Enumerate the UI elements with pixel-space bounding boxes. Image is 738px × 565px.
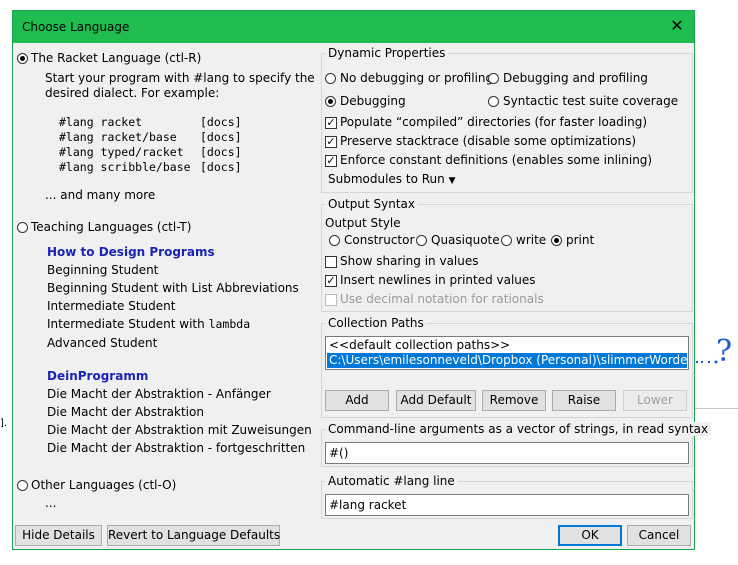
docs-link[interactable]: [docs] [200,160,242,174]
other-languages-label[interactable]: Other Languages (ctl-O) [31,478,176,492]
decimal-notation-checkbox [325,294,337,306]
list-item-selected[interactable]: C:\Users\emilesonneveld\Dropbox (Persona… [327,353,687,368]
hide-details-button[interactable]: Hide Details [15,525,102,546]
background-text: ]. [0,418,8,429]
style-constructor-label[interactable]: Constructor [344,233,414,247]
show-sharing-label[interactable]: Show sharing in values [340,254,479,268]
example-code: #lang scribble/base [59,160,191,174]
example-code: #lang racket [59,115,143,129]
language-intermediate-student[interactable]: Intermediate Student [47,299,175,313]
enforce-constants-checkbox[interactable]: ✓ [325,155,337,167]
ok-button[interactable]: OK [558,525,622,546]
other-more-text: ... [45,496,57,510]
stacktrace-label[interactable]: Preserve stacktrace (disable some optimi… [340,134,636,148]
insert-newlines-label[interactable]: Insert newlines in printed values [340,273,536,287]
many-more-text: ... and many more [45,188,156,202]
dynamic-properties-title: Dynamic Properties [325,46,449,60]
insert-newlines-checkbox[interactable]: ✓ [325,275,337,287]
annotation-question-mark: ? [716,334,733,369]
stacktrace-checkbox[interactable]: ✓ [325,136,337,148]
language-advanced-student[interactable]: Advanced Student [47,336,157,350]
racket-language-label[interactable]: The Racket Language (ctl-R) [31,51,201,65]
debugging-profiling-label[interactable]: Debugging and profiling [503,71,648,85]
dropdown-arrow-icon: ▼ [448,176,456,186]
language-dmda-zuweisungen[interactable]: Die Macht der Abstraktion mit Zuweisunge… [47,423,312,437]
racket-language-radio[interactable] [17,53,28,64]
dialog-title: Choose Language [22,20,130,34]
debugging-profiling-radio[interactable] [488,73,499,84]
background-divider [695,408,738,409]
auto-lang-title: Automatic #lang line [325,474,458,488]
language-dmda[interactable]: Die Macht der Abstraktion [47,405,204,419]
revert-defaults-button[interactable]: Revert to Language Defaults [107,525,280,546]
debugging-label[interactable]: Debugging [340,94,406,108]
language-intermediate-lambda[interactable]: Intermediate Student with lambda [47,317,250,331]
submodules-menu[interactable]: Submodules to Run ▼ [328,172,456,186]
auto-lang-input[interactable]: #lang racket [325,494,689,516]
command-line-input[interactable]: #() [325,442,689,464]
raise-button[interactable]: Raise [552,390,616,411]
style-constructor-radio[interactable] [329,235,340,246]
racket-desc-line2: desired dialect. For example: [45,86,220,100]
style-write-label[interactable]: write [516,233,546,247]
background-window: ]. [0,418,12,448]
lower-button: Lower [623,390,687,411]
collection-paths-title: Collection Paths [325,316,427,330]
language-dmda-fortgeschritten[interactable]: Die Macht der Abstraktion - fortgeschrit… [47,441,305,455]
style-write-radio[interactable] [501,235,512,246]
output-style-label: Output Style [325,216,401,230]
choose-language-dialog: Choose Language ✕ The Racket Language (c… [12,10,712,550]
list-item[interactable]: <<default collection paths>> [327,338,687,353]
language-dmda-anfaenger[interactable]: Die Macht der Abstraktion - Anfänger [47,387,271,401]
docs-link[interactable]: [docs] [200,115,242,129]
style-quasiquote-label[interactable]: Quasiquote [431,233,500,247]
close-icon[interactable]: ✕ [666,15,688,37]
compiled-dirs-checkbox[interactable]: ✓ [325,117,337,129]
example-code: #lang racket/base [59,130,177,144]
other-languages-radio[interactable] [17,480,28,491]
syntactic-coverage-radio[interactable] [488,96,499,107]
cancel-button[interactable]: Cancel [627,525,691,546]
style-quasiquote-radio[interactable] [416,235,427,246]
example-code: #lang typed/racket [59,145,184,159]
add-button[interactable]: Add [325,390,389,411]
output-syntax-title: Output Syntax [325,197,418,211]
teaching-languages-label[interactable]: Teaching Languages (ctl-T) [31,220,191,234]
teaching-languages-radio[interactable] [17,222,28,233]
compiled-dirs-label[interactable]: Populate “compiled” directories (for fas… [340,115,647,129]
syntactic-coverage-label[interactable]: Syntactic test suite coverage [503,94,678,108]
style-print-radio[interactable] [551,235,562,246]
htdp-heading: How to Design Programs [47,245,215,259]
docs-link[interactable]: [docs] [200,145,242,159]
collection-paths-list[interactable]: <<default collection paths>> C:\Users\em… [325,336,689,370]
add-default-button[interactable]: Add Default [396,390,476,411]
debugging-radio[interactable] [325,96,336,107]
title-bar: Choose Language ✕ [13,11,694,43]
decimal-notation-label: Use decimal notation for rationals [340,292,544,306]
docs-link[interactable]: [docs] [200,130,242,144]
language-beginning-list-abbrev[interactable]: Beginning Student with List Abbreviation… [47,281,299,295]
no-debugging-radio[interactable] [325,73,336,84]
deinprogramm-heading: DeinProgramm [47,369,149,383]
language-beginning-student[interactable]: Beginning Student [47,263,158,277]
racket-desc-line1: Start your program with #lang to specify… [45,71,315,85]
enforce-constants-label[interactable]: Enforce constant definitions (enables so… [340,153,652,167]
style-print-label[interactable]: print [566,233,594,247]
no-debugging-label[interactable]: No debugging or profiling [340,71,493,85]
command-line-title: Command-line arguments as a vector of st… [325,422,712,436]
show-sharing-checkbox[interactable] [325,256,337,268]
remove-button[interactable]: Remove [482,390,546,411]
